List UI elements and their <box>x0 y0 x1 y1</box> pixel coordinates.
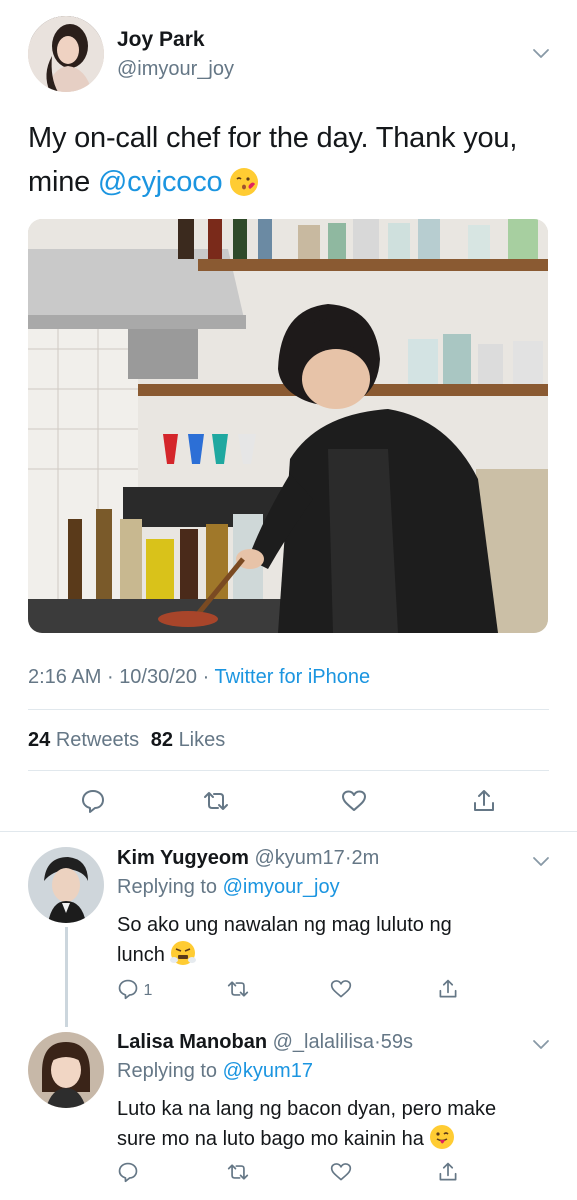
reply-2-like-button[interactable] <box>330 1161 352 1188</box>
kitchen-photo <box>28 219 548 633</box>
reply-1-text-line-2: lunch <box>117 940 557 970</box>
tweet-text-line-2: mine @cyjcoco <box>28 160 568 204</box>
retweet-icon <box>227 1164 249 1180</box>
reply-2-options-chevron-icon[interactable] <box>532 1035 550 1058</box>
tweet-text: My on-call chef for the day. Thank you, … <box>28 116 568 204</box>
reply-1-author-handle[interactable]: @kyum17 <box>254 847 344 869</box>
avatar-photo <box>28 1032 104 1108</box>
reply-2-retweet-button[interactable] <box>227 1161 249 1188</box>
meta-separator: · <box>106 666 114 688</box>
avatar-photo <box>28 847 104 923</box>
reply-icon <box>82 790 104 813</box>
reply-2-text-line-2-words: sure mo na luto bago mo kainin ha <box>117 1128 424 1150</box>
tweet-time[interactable]: 2:16 AM <box>28 666 101 688</box>
likes-count: 82 <box>150 729 173 751</box>
reply-2-avatar[interactable] <box>28 1032 104 1108</box>
tongue-out-emoji <box>429 1124 455 1150</box>
kissing-face-emoji <box>230 168 259 196</box>
reply-1-time[interactable]: 2m <box>351 847 379 869</box>
reply-2-header: Lalisa Manoban @_lalalilisa·59s <box>117 1031 413 1054</box>
divider <box>28 770 549 771</box>
meta-separator: · <box>202 666 210 688</box>
share-icon <box>439 1162 457 1181</box>
reply-2-dot: · <box>374 1031 381 1053</box>
author-handle[interactable]: @imyour_joy <box>117 58 234 81</box>
reply-1-header: Kim Yugyeom @kyum17·2m <box>117 847 379 870</box>
reply-2-share-button[interactable] <box>437 1161 459 1188</box>
retweet-button[interactable] <box>203 788 229 819</box>
reply-1-share-button[interactable] <box>437 978 459 1005</box>
tweet-photo[interactable] <box>28 219 548 633</box>
tweet-text-prefix: mine <box>28 166 98 198</box>
steam-face-emoji <box>170 940 197 966</box>
tweet-meta: 2:16 AM · 10/30/20 · Twitter for iPhone <box>28 666 370 689</box>
reply-2-text: Luto ka na lang ng bacon dyan, pero make… <box>117 1094 567 1154</box>
share-icon <box>474 790 494 811</box>
reply-2-author-name[interactable]: Lalisa Manoban <box>117 1031 267 1053</box>
reply-1-avatar[interactable] <box>28 847 104 923</box>
reply-1-replying-to: Replying to @imyour_joy <box>117 876 340 899</box>
reply-2-replying-to: Replying to @kyum17 <box>117 1060 313 1083</box>
retweet-icon <box>227 981 249 997</box>
reply-1-author-name[interactable]: Kim Yugyeom <box>117 847 249 869</box>
tweet-stats: 24 Retweets 82 Likes <box>28 729 225 752</box>
like-button[interactable] <box>341 788 367 819</box>
reply-2-text-line-2: sure mo na luto bago mo kainin ha <box>117 1124 567 1154</box>
replying-to-label: Replying to <box>117 876 218 898</box>
mention-link[interactable]: @cyjcoco <box>98 166 223 198</box>
tweet-source-link[interactable]: Twitter for iPhone <box>214 666 370 688</box>
section-divider <box>0 831 577 832</box>
replying-to-mention[interactable]: @imyour_joy <box>223 876 340 898</box>
reply-2-text-line-1: Luto ka na lang ng bacon dyan, pero make <box>117 1098 497 1120</box>
author-name[interactable]: Joy Park <box>117 28 205 52</box>
reply-1-like-button[interactable] <box>330 978 352 1005</box>
reply-icon <box>118 1162 138 1183</box>
reply-1-text-line-1: So ako ung nawalan ng mag luluto ng <box>117 914 452 936</box>
share-button[interactable] <box>471 788 497 819</box>
retweets-count: 24 <box>28 729 51 751</box>
reply-1-retweet-button[interactable] <box>227 978 249 1005</box>
reply-1-options-chevron-icon[interactable] <box>532 852 550 875</box>
retweets-stat[interactable]: 24 Retweets <box>28 729 145 751</box>
avatar-photo <box>28 16 104 92</box>
heart-icon <box>330 1163 352 1181</box>
reply-1-reply-button[interactable]: 1 <box>117 978 152 1005</box>
heart-icon <box>342 790 366 811</box>
reply-1-text: So ako ung nawalan ng mag luluto ng lunc… <box>117 910 557 970</box>
retweet-icon <box>204 792 228 810</box>
divider <box>28 709 549 710</box>
reply-count: 1 <box>143 982 153 999</box>
likes-stat[interactable]: 82 Likes <box>151 729 226 751</box>
retweets-label: Retweets <box>55 729 140 751</box>
likes-label: Likes <box>178 729 226 751</box>
share-icon <box>439 979 457 998</box>
tweet-options-chevron-icon[interactable] <box>532 44 550 67</box>
reply-icon <box>118 979 138 1000</box>
reply-1-text-line-2-words: lunch <box>117 944 165 966</box>
reply-button[interactable] <box>80 788 106 819</box>
heart-icon <box>330 980 352 998</box>
thread-line <box>65 927 68 1027</box>
reply-2-author-handle[interactable]: @_lalalilisa <box>273 1031 374 1053</box>
tweet-text-line-1: My on-call chef for the day. Thank you, <box>28 122 518 154</box>
replying-to-mention[interactable]: @kyum17 <box>223 1060 313 1082</box>
replying-to-label: Replying to <box>117 1060 218 1082</box>
reply-2-time[interactable]: 59s <box>381 1031 413 1053</box>
author-avatar[interactable] <box>28 16 104 92</box>
reply-2-reply-button[interactable] <box>117 1161 139 1188</box>
tweet-date[interactable]: 10/30/20 <box>119 666 197 688</box>
